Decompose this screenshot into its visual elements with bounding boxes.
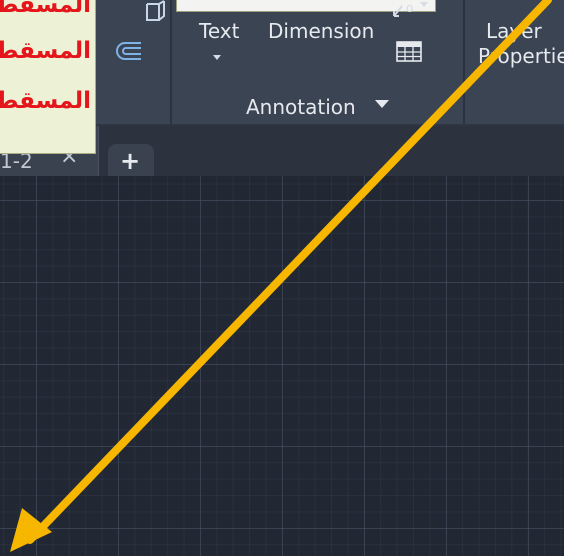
plus-icon: + (120, 147, 141, 175)
table-icon[interactable] (395, 40, 425, 68)
layer-properties-button-line2[interactable]: Properties (478, 45, 564, 67)
layer-properties-label-line2: Properties (478, 44, 564, 68)
annotation-panel-expand-icon[interactable] (375, 100, 389, 108)
svg-text:o: o (406, 1, 413, 15)
new-tab-button[interactable]: + (108, 144, 154, 178)
autocad-window: Text Dimension o Annotation Layer Proper… (0, 0, 564, 556)
offset-icon[interactable] (115, 40, 145, 66)
text-dropdown-icon[interactable] (213, 55, 221, 60)
note-line: المسقط (0, 88, 91, 114)
note-line: المسقط (0, 0, 91, 18)
text-button-label: Text (199, 19, 240, 43)
note-line: المسقط (0, 38, 91, 64)
ribbon-separator (463, 0, 465, 126)
leader-icon[interactable]: o (392, 0, 432, 24)
drawing-canvas[interactable] (0, 176, 564, 556)
layer-properties-button[interactable]: Layer (486, 20, 542, 42)
layer-properties-label-line1: Layer (486, 19, 542, 43)
ribbon-separator (170, 0, 172, 126)
box-3d-icon[interactable] (144, 0, 168, 26)
dimension-button-label: Dimension (268, 19, 375, 43)
annotation-panel-title[interactable]: Annotation (246, 95, 356, 119)
text-button[interactable]: Text (199, 20, 239, 42)
dimension-button[interactable]: Dimension (268, 20, 374, 42)
note-box: المسقط المسقط المسقط (0, 0, 96, 154)
